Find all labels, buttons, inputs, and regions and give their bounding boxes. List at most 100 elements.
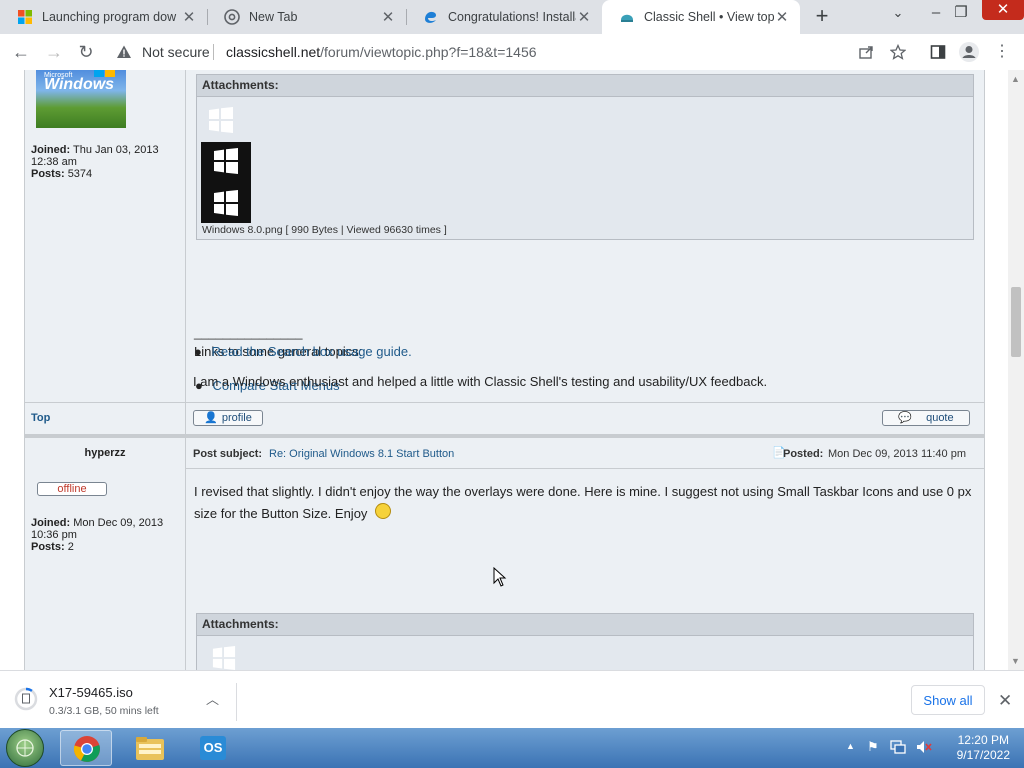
url-text[interactable]: classicshell.net/forum/viewtopic.php?f=1… (226, 44, 537, 60)
tab-title: Classic Shell • View topic (644, 10, 774, 24)
network-icon[interactable] (890, 740, 906, 754)
profile-avatar-icon[interactable] (958, 41, 980, 63)
post-2-author[interactable]: hyperzz (25, 438, 185, 468)
posted-label: Posted: (783, 448, 824, 460)
offline-badge: offline (37, 482, 107, 496)
search-guide-link[interactable]: Read the Search box usage guide. (211, 344, 411, 359)
speech-bubble-icon: 💬 (898, 412, 913, 424)
posted-value: Mon Dec 09, 2013 11:40 pm (828, 448, 966, 460)
close-tab-icon[interactable]: ✕ (774, 8, 790, 26)
windows-logo-white-image[interactable] (211, 646, 237, 670)
scroll-thumb[interactable] (1011, 287, 1021, 357)
chrome-icon (224, 9, 240, 25)
reload-button[interactable]: ↻ (74, 40, 98, 64)
post-1-signature: ● Read the Search box usage guide. I am … (24, 332, 983, 404)
url-path: /forum/viewtopic.php?f=18&t=1456 (320, 44, 537, 60)
forum-page: Microsoft Windows Joined: Thu Jan 03, 20… (0, 70, 1008, 670)
avatar: Microsoft Windows (36, 70, 126, 128)
url-host: classicshell.net (226, 44, 321, 60)
classic-shell-icon (621, 14, 633, 22)
warning-icon[interactable] (116, 44, 132, 60)
tab-congratulations[interactable]: Congratulations! Installat ✕ (406, 0, 602, 34)
post-subject-link[interactable]: Re: Original Windows 8.1 Start Button (269, 448, 454, 460)
show-all-button[interactable]: Show all (911, 685, 985, 715)
browser-toolbar: ← → ↻ Not secure classicshell.net/forum/… (0, 34, 1024, 71)
restore-button[interactable]: ❐ (945, 0, 977, 30)
clock-time: 12:20 PM (957, 733, 1009, 747)
windows-flag-icon (94, 70, 115, 77)
folder-icon (136, 737, 164, 760)
close-tab-icon[interactable]: ✕ (576, 8, 592, 26)
close-downloads-icon[interactable]: ✕ (998, 691, 1012, 711)
action-center-flag-icon[interactable]: ⚑ (867, 739, 879, 755)
post-2-joined: Joined: Mon Dec 09, 2013 10:36 pm (31, 517, 181, 541)
windows-logo-icon (214, 190, 238, 216)
smiley-icon (375, 503, 392, 519)
tab-new-tab[interactable]: New Tab ✕ (207, 0, 406, 34)
subject-label: Post subject: (193, 448, 263, 460)
avatar-text: Windows (44, 76, 115, 93)
close-window-button[interactable]: ✕ (982, 0, 1024, 20)
post-1-posts: Posts: 5374 (31, 168, 92, 180)
tab-search-chevron-icon[interactable]: ⌄ (882, 0, 914, 30)
close-tab-icon[interactable]: ✕ (380, 8, 396, 26)
post-1-attachments: Attachments: Windows 8.0.png [ 990 Bytes… (196, 74, 974, 240)
scroll-up-icon[interactable]: ▲ (1011, 74, 1021, 84)
system-tray: ▲ ⚑ 12:20 PM 9/17/2022 (840, 728, 1024, 768)
bullet-icon: ● (194, 344, 202, 359)
joined-label: Joined: (31, 144, 71, 156)
attachments-header: Attachments: (197, 75, 973, 97)
user-icon: 👤 (204, 412, 218, 424)
start-button[interactable] (6, 729, 44, 767)
windows-logo-white-image[interactable] (207, 107, 235, 133)
post-1-footer: Top 👤 profile 💬 quote (24, 402, 985, 435)
profile-button[interactable]: 👤 profile (193, 410, 263, 426)
back-button[interactable]: ← (9, 40, 33, 64)
taskbar-app[interactable]: OS (188, 730, 240, 766)
url-divider (213, 44, 214, 60)
scroll-down-icon[interactable]: ▼ (1011, 656, 1021, 666)
post-1-joined: Joined: Thu Jan 03, 2013 12:38 am (31, 144, 181, 168)
side-panel-icon[interactable] (930, 44, 946, 60)
new-tab-button[interactable]: + (810, 5, 834, 29)
bookmark-star-icon[interactable] (890, 44, 906, 60)
tab-classic-shell[interactable]: Classic Shell • View topic ✕ (602, 0, 800, 34)
signature-text: I am a Windows enthusiast and helped a l… (193, 374, 768, 389)
post-2-posts: Posts: 2 (31, 541, 74, 553)
share-icon[interactable] (858, 44, 874, 60)
tab-title: Launching program dow (42, 10, 177, 24)
windows-logo-dark-image[interactable] (201, 142, 251, 223)
post-1-footer-left: Top (25, 403, 186, 435)
page-scrollbar[interactable]: ▲ ▼ (1008, 70, 1024, 670)
download-progress-icon (14, 687, 38, 711)
tab-title: Congratulations! Installat (448, 10, 576, 24)
chrome-icon (73, 736, 100, 762)
quote-button[interactable]: 💬 quote (882, 410, 970, 426)
taskbar-file-explorer[interactable] (124, 730, 176, 766)
chevron-up-icon[interactable]: ︿ (206, 689, 219, 708)
tab-title: New Tab (249, 10, 298, 24)
posts-value: 2 (67, 541, 74, 553)
clock[interactable]: 12:20 PM 9/17/2022 (957, 733, 1010, 763)
post-2-author-panel: hyperzz offline Joined: Mon Dec 09, 2013… (25, 438, 186, 670)
forward-button[interactable]: → (42, 40, 66, 64)
taskbar-chrome[interactable] (60, 730, 112, 766)
clock-date: 9/17/2022 (956, 748, 1010, 762)
start-orb-icon (16, 739, 34, 757)
show-hidden-icons-icon[interactable]: ▲ (846, 741, 855, 751)
address-bar[interactable]: Not secure classicshell.net/forum/viewto… (110, 38, 910, 66)
tab-launching-program[interactable]: Launching program dow ✕ (0, 0, 207, 34)
security-label[interactable]: Not secure (142, 44, 210, 60)
post-2-body-text: I revised that slightly. I didn't enjoy … (194, 484, 972, 521)
close-tab-icon[interactable]: ✕ (181, 8, 197, 26)
windows-logo-icon (18, 10, 32, 24)
post-2-body: I revised that slightly. I didn't enjoy … (194, 481, 974, 525)
download-item[interactable]: X17-59465.iso 0.3/3.1 GB, 50 mins left ︿ (14, 683, 237, 721)
top-link[interactable]: Top (31, 412, 50, 424)
app-icon: OS (200, 736, 226, 760)
menu-kebab-icon[interactable]: ⋮ (990, 40, 1014, 64)
volume-muted-icon[interactable] (916, 740, 932, 754)
attachments-header: Attachments: (197, 614, 973, 636)
post-2-header: Post subject: Re: Original Windows 8.1 S… (186, 438, 984, 469)
edge-icon (425, 11, 436, 23)
